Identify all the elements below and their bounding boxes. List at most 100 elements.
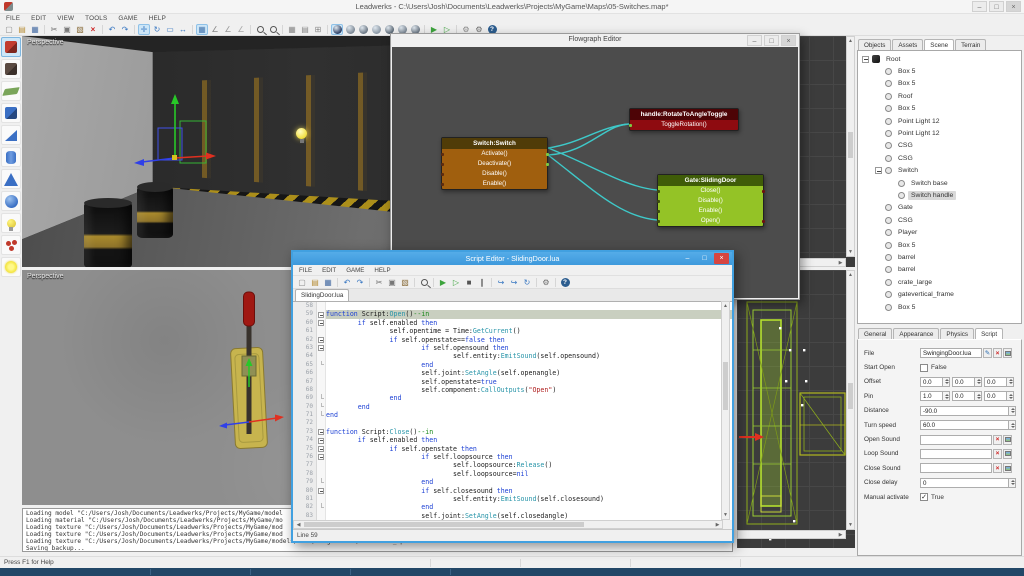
fold-box[interactable]: [318, 446, 324, 452]
spinner-buttons[interactable]: [975, 377, 982, 387]
open-icon[interactable]: ▤: [309, 277, 321, 288]
flow-node-port-togglerotation[interactable]: ToggleRotation(): [630, 120, 738, 130]
spinner-buttons[interactable]: [975, 391, 982, 401]
file-field[interactable]: SwingingDoor.lua: [920, 348, 982, 358]
shift-tool-icon[interactable]: ↔: [177, 24, 189, 35]
flow-node-port-disable[interactable]: Disable(): [442, 169, 547, 179]
browse-button[interactable]: [1003, 463, 1012, 473]
script-menu-item-game[interactable]: GAME: [346, 267, 364, 274]
vscrollbar[interactable]: ▲▼: [846, 270, 855, 530]
tree-item-box-5[interactable]: Box 5: [858, 301, 1021, 313]
output-dot[interactable]: [762, 220, 765, 223]
scene-light-bulb[interactable]: [296, 128, 307, 143]
terrain-brush-icon[interactable]: [1, 81, 21, 101]
view-shaded-icon[interactable]: [344, 24, 356, 35]
fold-box[interactable]: [318, 438, 324, 444]
tree-item-box-5[interactable]: Box 5: [858, 239, 1021, 251]
zoom-in-icon[interactable]: [254, 24, 266, 35]
sphere-primitive-icon[interactable]: [1, 191, 21, 211]
vscrollbar[interactable]: ▲▼: [846, 36, 855, 257]
flow-node-port-enable[interactable]: Enable(): [658, 206, 763, 216]
vertex-mode-icon[interactable]: ∠: [209, 24, 221, 35]
spinner-buttons[interactable]: [1007, 377, 1014, 387]
sound-field[interactable]: [920, 463, 992, 473]
tree-expander[interactable]: [862, 56, 869, 63]
output-dot[interactable]: [762, 190, 765, 193]
copy-icon[interactable]: ▣: [61, 24, 73, 35]
script-editor-window[interactable]: Script Editor - SlidingDoor.lua –□× FILE…: [291, 250, 734, 543]
input-dot[interactable]: [657, 200, 660, 203]
zoom-out-icon[interactable]: [267, 24, 279, 35]
number-field[interactable]: 60.0: [920, 420, 1009, 430]
scale-tool-icon[interactable]: ▭: [164, 24, 176, 35]
clear-button[interactable]: ×: [993, 449, 1002, 459]
maximize-button[interactable]: □: [697, 253, 712, 264]
dark-box-brush-icon[interactable]: [1, 59, 21, 79]
move-tool-icon[interactable]: ✛: [138, 24, 150, 35]
fold-box[interactable]: [318, 320, 324, 326]
spinner-buttons[interactable]: [943, 377, 950, 387]
options-icon[interactable]: ⚙: [540, 277, 552, 288]
angle-snap-icon[interactable]: ⊞: [312, 24, 324, 35]
vector-field[interactable]: 0.0: [952, 377, 975, 387]
vector-field[interactable]: 0.0: [984, 391, 1007, 401]
input-dot[interactable]: [441, 163, 444, 166]
input-dot[interactable]: [657, 190, 660, 193]
menu-item-edit[interactable]: EDIT: [31, 15, 46, 22]
close-button[interactable]: ×: [781, 35, 796, 46]
tree-item-barrel[interactable]: barrel: [858, 251, 1021, 263]
debug-run-icon[interactable]: ▷: [450, 277, 462, 288]
checkbox-manual-activate[interactable]: ✓: [920, 493, 928, 501]
step-over-icon[interactable]: ↪: [508, 277, 520, 288]
menu-item-game[interactable]: GAME: [118, 15, 137, 22]
copy-icon[interactable]: ▣: [386, 277, 398, 288]
face-mode-icon[interactable]: ∠: [235, 24, 247, 35]
vector-field[interactable]: 0.0: [920, 377, 943, 387]
minimize-button[interactable]: –: [747, 35, 762, 46]
tree-expander[interactable]: [875, 167, 882, 174]
particle-entity-icon[interactable]: [1, 235, 21, 255]
step-out-icon[interactable]: ↻: [521, 277, 533, 288]
tree-item-switch-handle[interactable]: Switch handle: [858, 189, 1021, 201]
tree-item-barrel[interactable]: barrel: [858, 264, 1021, 276]
save-icon[interactable]: ▦: [322, 277, 334, 288]
tree-item-box-5[interactable]: Box 5: [858, 65, 1021, 77]
tree-item-box-5[interactable]: Box 5: [858, 103, 1021, 115]
new-icon[interactable]: ▢: [296, 277, 308, 288]
fold-box[interactable]: [318, 312, 324, 318]
tree-item-csg[interactable]: CSG: [858, 214, 1021, 226]
paste-icon[interactable]: ▧: [74, 24, 86, 35]
tree-item-root[interactable]: Root: [858, 53, 1021, 65]
fold-box[interactable]: [318, 345, 324, 351]
output-dot[interactable]: [546, 163, 549, 166]
menu-item-view[interactable]: VIEW: [57, 15, 74, 22]
flowgraph-title-bar[interactable]: Flowgraph Editor –□×: [391, 34, 799, 46]
close-button[interactable]: ×: [714, 253, 729, 264]
tree-item-switch[interactable]: Switch: [858, 165, 1021, 177]
view-solid-icon[interactable]: [331, 24, 343, 35]
stop-icon[interactable]: ■: [463, 277, 475, 288]
viewport-wireframe[interactable]: ▲▼ ▶: [737, 270, 855, 548]
close-button[interactable]: ×: [1006, 1, 1021, 12]
tree-item-gatevertical_frame[interactable]: gatevertical_frame: [858, 288, 1021, 300]
spinner-buttons[interactable]: [1009, 478, 1016, 488]
undo-icon[interactable]: ↶: [106, 24, 118, 35]
code-folding-column[interactable]: [317, 302, 326, 520]
box-brush-icon[interactable]: [1, 37, 21, 57]
sound-field[interactable]: [920, 435, 992, 445]
output-dot[interactable]: [546, 153, 549, 156]
script-editor-title-bar[interactable]: Script Editor - SlidingDoor.lua –□×: [293, 252, 732, 265]
maximize-button[interactable]: □: [764, 35, 779, 46]
open-icon[interactable]: ▤: [16, 24, 28, 35]
tree-item-gate[interactable]: Gate: [858, 202, 1021, 214]
grid-snap-icon[interactable]: ▦: [286, 24, 298, 35]
pause-icon[interactable]: ∥: [476, 277, 488, 288]
code-hscrollbar[interactable]: ◀ ▶: [293, 520, 723, 529]
input-dot[interactable]: [441, 153, 444, 156]
script-menu-item-file[interactable]: FILE: [299, 267, 312, 274]
input-dot[interactable]: [441, 183, 444, 186]
checkbox-start-open[interactable]: [920, 364, 928, 372]
redo-icon[interactable]: ↷: [119, 24, 131, 35]
menu-item-file[interactable]: FILE: [6, 15, 20, 22]
number-field[interactable]: 0: [920, 478, 1009, 488]
